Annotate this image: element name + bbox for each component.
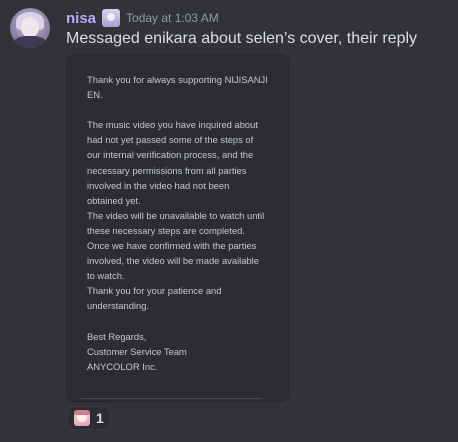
avatar-face bbox=[21, 17, 39, 37]
reaction-count: 1 bbox=[96, 410, 104, 426]
message-content: Messaged enikara about selen’s cover, th… bbox=[66, 30, 418, 47]
email-line: Best Regards, bbox=[87, 330, 147, 342]
email-line: understanding. bbox=[87, 300, 150, 312]
timestamp: Today at 1:03 AM bbox=[126, 11, 219, 25]
email-line: The video will be unavailable to watch u… bbox=[87, 209, 265, 221]
email-blank-line bbox=[87, 102, 269, 117]
email-line: ANYCOLOR Inc. bbox=[87, 360, 158, 372]
email-line: Customer Service Team bbox=[87, 345, 187, 357]
role-icon[interactable] bbox=[102, 9, 121, 27]
email-line: EN. bbox=[87, 89, 103, 101]
email-line: involved, the video will be made availab… bbox=[87, 255, 259, 267]
email-line: The music video you have inquired about bbox=[87, 119, 258, 131]
email-line: Thank you for your patience and bbox=[87, 285, 222, 297]
email-line: to watch. bbox=[87, 270, 125, 282]
email-line: necessary permissions from all parties bbox=[87, 164, 247, 176]
email-line: Once we have confirmed with the parties bbox=[87, 240, 257, 252]
username[interactable]: nisa bbox=[66, 10, 96, 27]
email-text: Thank you for always supporting NIJISANJ… bbox=[87, 72, 269, 374]
anime-girl-emoji-icon bbox=[74, 410, 90, 426]
email-line: obtained yet. bbox=[87, 194, 141, 206]
user-avatar[interactable] bbox=[10, 8, 50, 48]
attachment-divider bbox=[81, 398, 261, 399]
avatar-body bbox=[14, 36, 46, 48]
email-line: our internal verification process, and t… bbox=[87, 149, 254, 161]
email-line: Thank you for always supporting NIJISANJ… bbox=[87, 74, 268, 85]
email-line: involved in the video had not been bbox=[87, 179, 230, 191]
chat-message: nisa Today at 1:03 AM Messaged enikara a… bbox=[0, 0, 458, 442]
email-line: had not yet passed some of the steps of bbox=[87, 134, 254, 146]
email-blank-line bbox=[87, 314, 269, 329]
reaction-button[interactable]: 1 bbox=[67, 406, 111, 430]
image-attachment[interactable]: Thank you for always supporting NIJISANJ… bbox=[66, 54, 289, 402]
email-line: these necessary steps are completed. bbox=[87, 224, 245, 236]
message-header: nisa Today at 1:03 AM bbox=[66, 9, 219, 27]
